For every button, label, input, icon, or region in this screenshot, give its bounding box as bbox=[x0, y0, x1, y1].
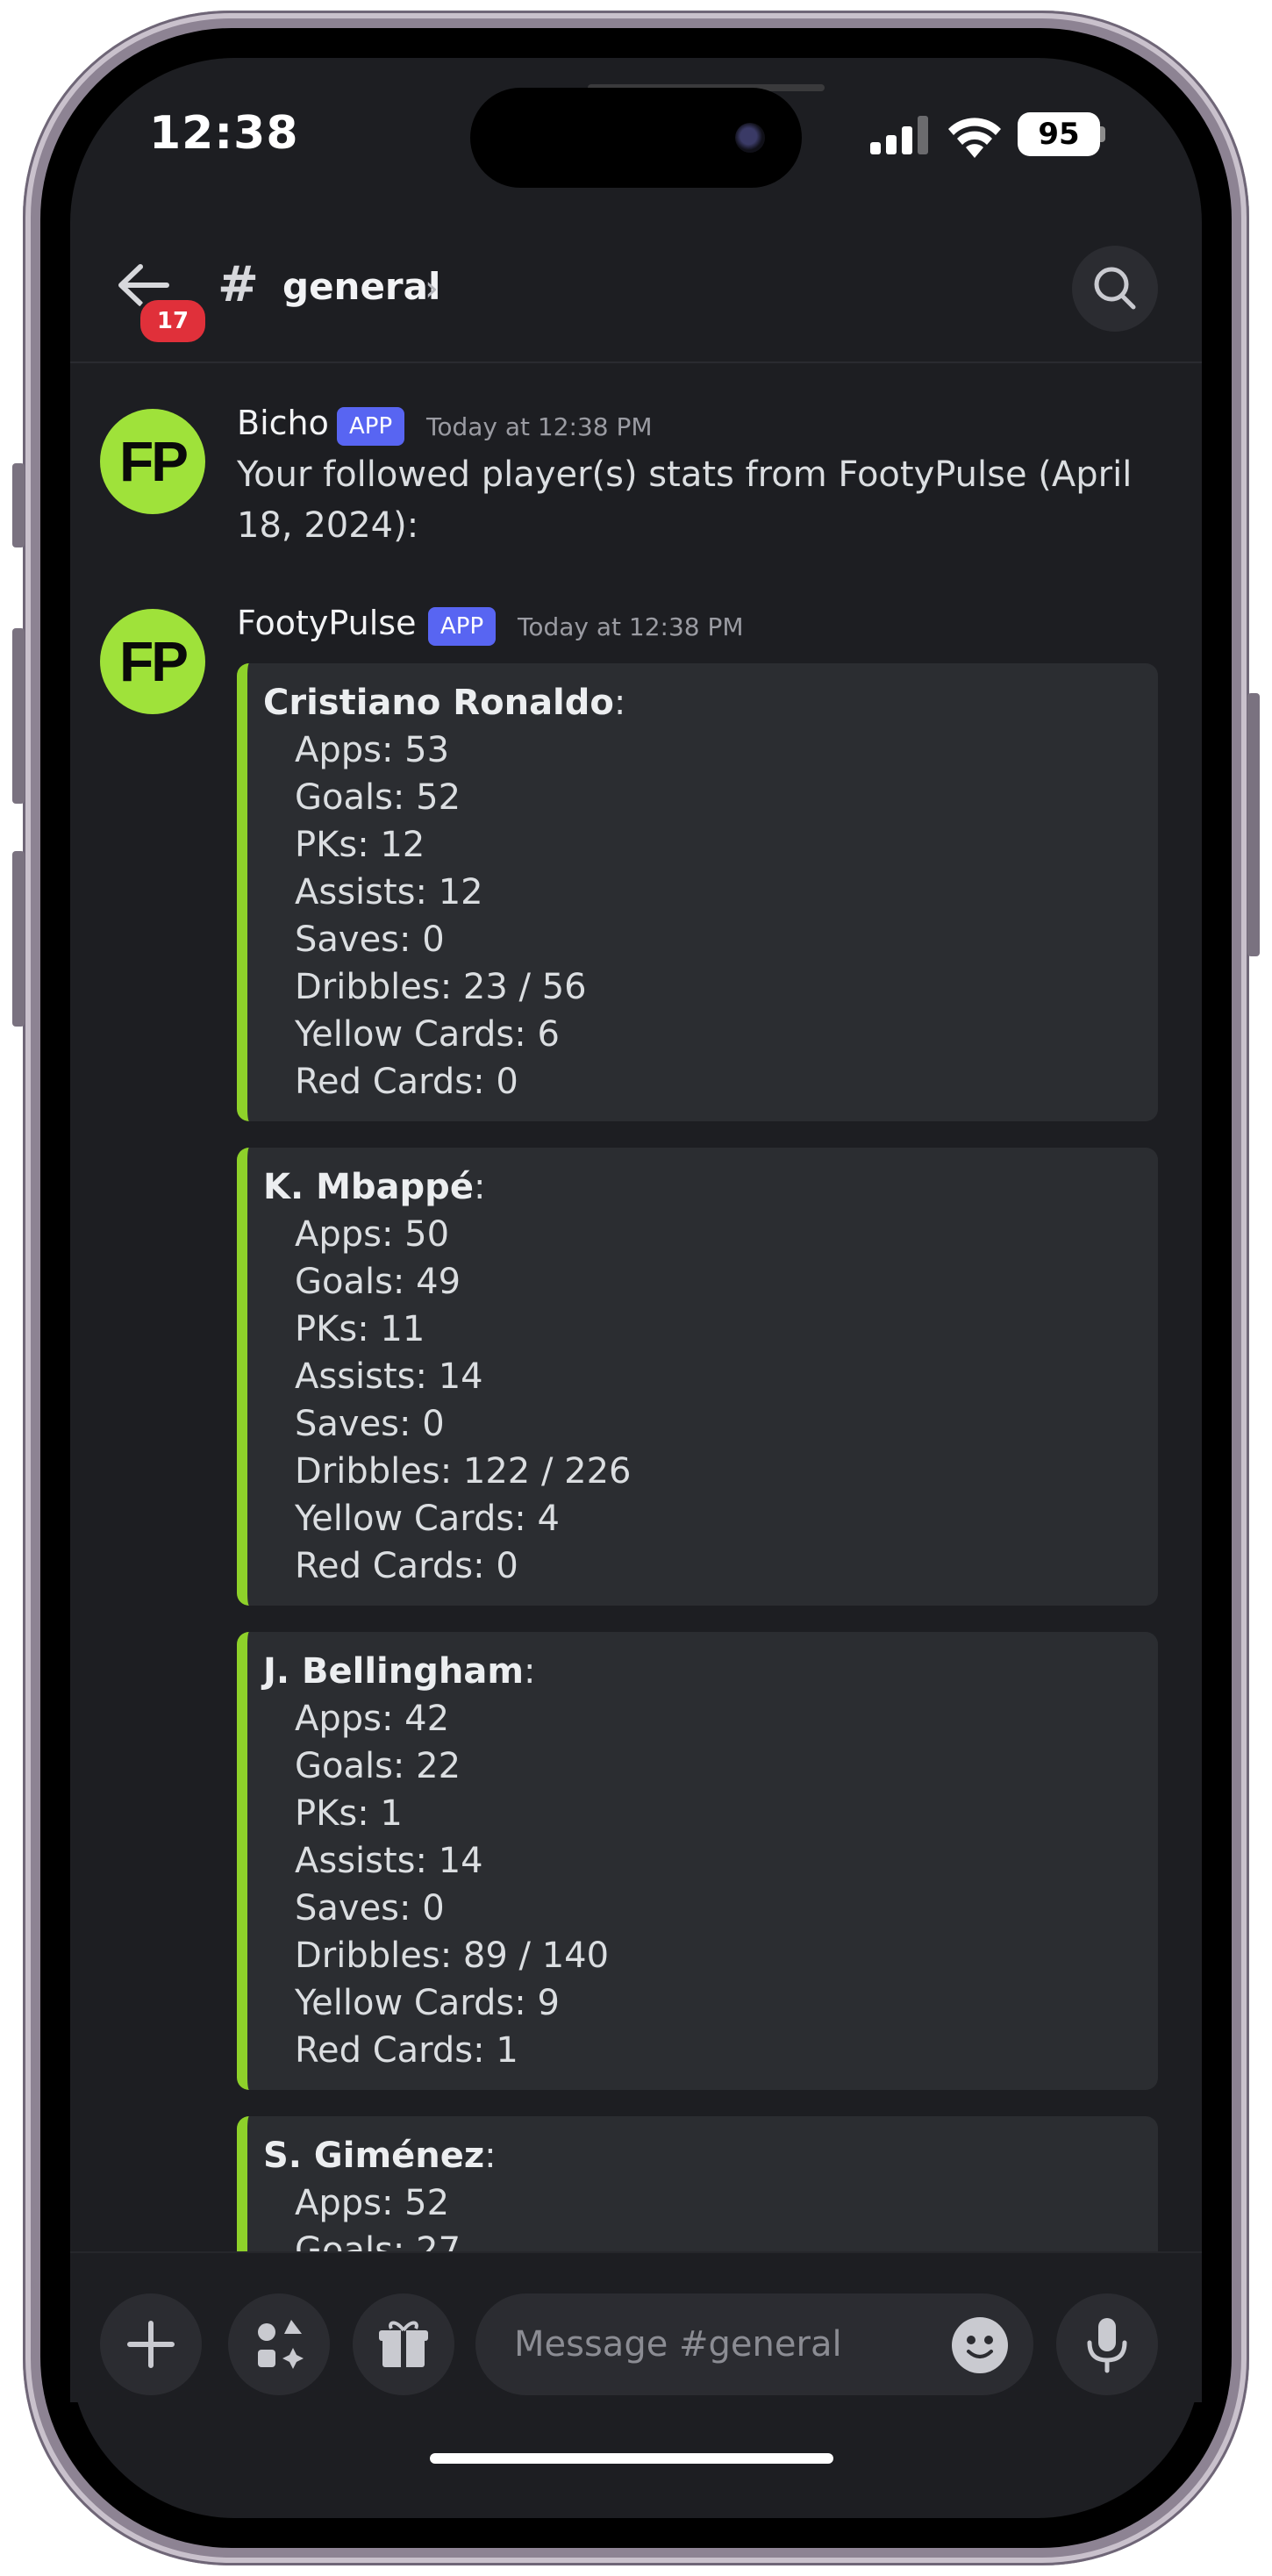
message-input[interactable]: Message #general bbox=[475, 2293, 1033, 2395]
player-stats-embed: J. Bellingham: Apps: 42 Goals: 22 PKs: 1… bbox=[237, 1632, 1158, 2090]
app-tag: APP bbox=[428, 607, 497, 646]
message-timestamp: Today at 12:38 PM bbox=[426, 412, 653, 441]
front-camera bbox=[735, 123, 765, 153]
channel-hash-icon: # bbox=[218, 256, 259, 313]
home-indicator bbox=[430, 2453, 833, 2464]
stat-line: Dribbles: 23 / 56 bbox=[295, 967, 587, 1007]
stat-line: Red Cards: 0 bbox=[295, 1546, 518, 1586]
stat-line: Goals: 22 bbox=[295, 1746, 461, 1786]
search-button[interactable] bbox=[1072, 246, 1158, 332]
voice-message-button[interactable] bbox=[1056, 2293, 1158, 2395]
stat-line: Apps: 52 bbox=[295, 2183, 450, 2223]
stat-line: Saves: 0 bbox=[295, 1404, 445, 1444]
player-stats-embed: Cristiano Ronaldo: Apps: 53 Goals: 52 PK… bbox=[237, 663, 1158, 1121]
unread-badge: 17 bbox=[137, 297, 209, 346]
avatar[interactable]: FP bbox=[100, 609, 205, 714]
stat-line: Assists: 12 bbox=[295, 872, 483, 912]
emoji-icon[interactable] bbox=[951, 2316, 1009, 2374]
player-name: S. Giménez bbox=[263, 2136, 485, 2176]
stat-line: Apps: 53 bbox=[295, 730, 450, 770]
stat-line: Yellow Cards: 4 bbox=[295, 1499, 560, 1539]
stat-line: PKs: 11 bbox=[295, 1309, 425, 1349]
gift-button[interactable] bbox=[353, 2293, 454, 2395]
stat-line: Apps: 42 bbox=[295, 1699, 450, 1739]
stat-line: Yellow Cards: 9 bbox=[295, 1983, 560, 2023]
battery-level: 95 bbox=[1018, 112, 1100, 156]
stat-line: Saves: 0 bbox=[295, 919, 445, 960]
stat-line: Dribbles: 89 / 140 bbox=[295, 1936, 610, 1976]
wifi-icon bbox=[948, 118, 1001, 158]
stat-line: Assists: 14 bbox=[295, 1841, 483, 1881]
cellular-signal-icon bbox=[870, 116, 928, 154]
message-author[interactable]: Bicho bbox=[237, 404, 329, 442]
channel-name[interactable]: general bbox=[282, 265, 440, 308]
player-name: K. Mbappé bbox=[263, 1167, 474, 1207]
side-switch bbox=[12, 463, 25, 547]
power-button bbox=[1247, 693, 1260, 956]
stat-line: Goals: 52 bbox=[295, 777, 461, 818]
channel-chevron-icon[interactable]: › bbox=[425, 268, 439, 309]
message-timestamp: Today at 12:38 PM bbox=[518, 612, 744, 641]
header-divider bbox=[70, 361, 1202, 363]
stat-line: Apps: 50 bbox=[295, 1214, 450, 1255]
apps-button[interactable] bbox=[228, 2293, 330, 2395]
search-icon bbox=[1094, 267, 1136, 310]
stat-line: Red Cards: 0 bbox=[295, 1062, 518, 1102]
stat-line: PKs: 12 bbox=[295, 825, 425, 865]
microphone-icon bbox=[1087, 2318, 1127, 2373]
stat-line: Goals: 49 bbox=[295, 1262, 461, 1302]
player-stats-embed: K. Mbappé: Apps: 50 Goals: 49 PKs: 11 As… bbox=[237, 1148, 1158, 1606]
stat-line: Saves: 0 bbox=[295, 1888, 445, 1928]
avatar[interactable]: FP bbox=[100, 409, 205, 514]
volume-down-button bbox=[12, 851, 25, 1027]
stat-line: Red Cards: 1 bbox=[295, 2030, 518, 2071]
status-time: 12:38 bbox=[149, 107, 299, 160]
dynamic-island bbox=[470, 88, 802, 188]
player-name: J. Bellingham bbox=[263, 1651, 525, 1692]
player-name: Cristiano Ronaldo bbox=[263, 683, 614, 723]
message-author[interactable]: FootyPulse bbox=[237, 604, 416, 642]
app-tag: APP bbox=[337, 407, 405, 446]
apps-icon bbox=[258, 2320, 304, 2369]
stat-line: PKs: 1 bbox=[295, 1793, 403, 1834]
plus-icon bbox=[127, 2321, 175, 2368]
gift-icon bbox=[379, 2321, 428, 2367]
stat-line: Assists: 14 bbox=[295, 1356, 483, 1397]
battery-tip bbox=[1100, 126, 1105, 142]
message-text: Your followed player(s) stats from Footy… bbox=[237, 454, 1133, 546]
stat-line: Yellow Cards: 6 bbox=[295, 1014, 560, 1055]
stat-line: Dribbles: 122 / 226 bbox=[295, 1451, 632, 1492]
add-attachment-button[interactable] bbox=[100, 2293, 202, 2395]
volume-up-button bbox=[12, 628, 25, 804]
